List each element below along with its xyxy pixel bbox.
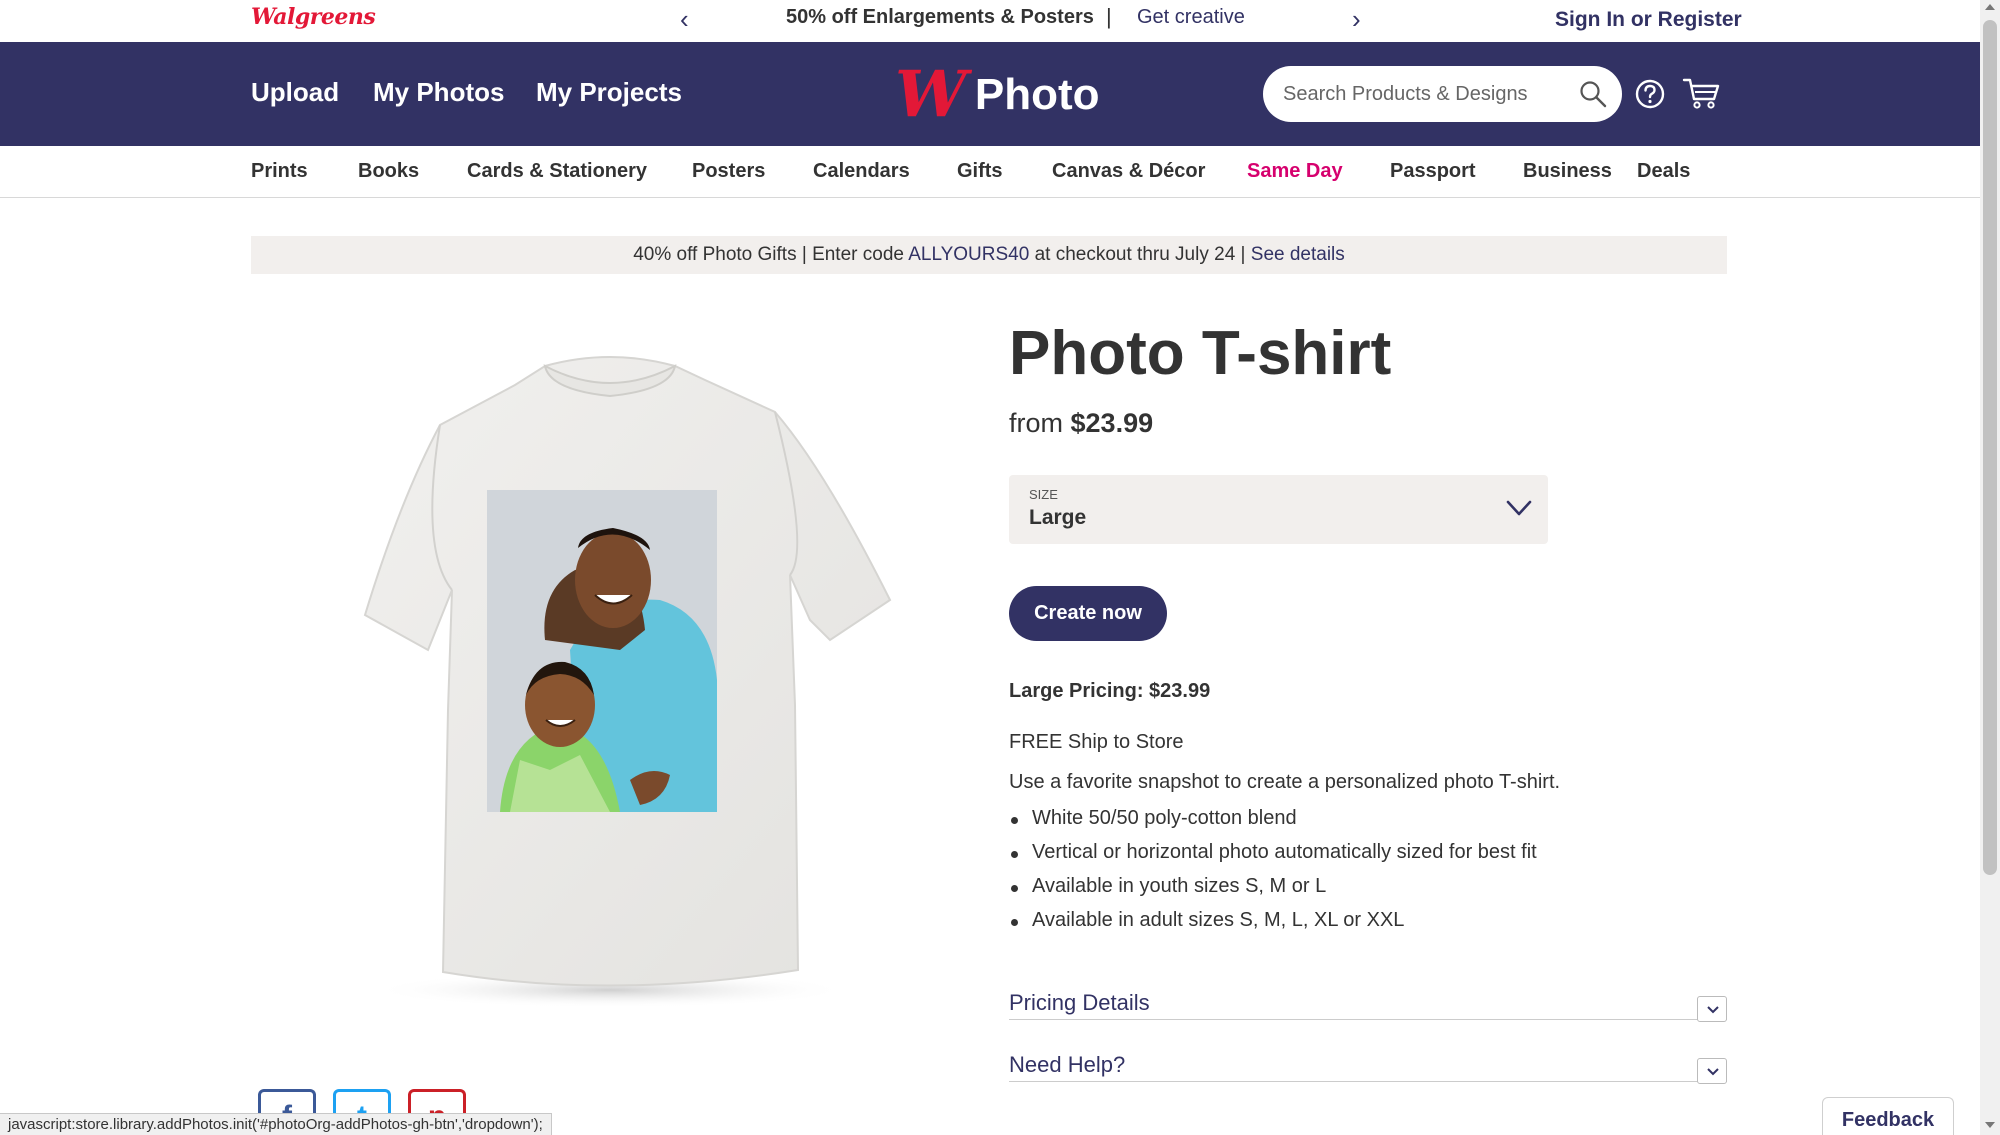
category-nav: Prints Books Cards & Stationery Posters … [0,146,1980,198]
category-same-day[interactable]: Same Day [1247,160,1343,183]
pricing-summary: Large Pricing: $23.99 [1009,680,1211,702]
category-passport[interactable]: Passport [1390,160,1476,183]
chevron-down-icon [1707,1006,1719,1014]
register-link[interactable]: Register [1658,8,1742,31]
product-description: Use a favorite snapshot to create a pers… [1009,771,1561,793]
promo-link[interactable]: Get creative [1137,6,1245,29]
product-title: Photo T-shirt [1009,319,1392,388]
category-canvas-decor[interactable]: Canvas & Décor [1052,160,1205,183]
scroll-down-arrow-icon[interactable] [1985,1122,1995,1128]
category-deals[interactable]: Deals [1637,160,1690,183]
main-header: Upload My Photos My Projects W Photo [0,42,1980,146]
category-business[interactable]: Business [1523,160,1612,183]
nav-my-projects[interactable]: My Projects [536,77,682,108]
nav-my-photos[interactable]: My Photos [373,77,504,108]
banner-text-end: at checkout thru July 24 | [1029,244,1251,265]
promo-separator: | [1106,4,1112,29]
walgreens-photo-logo[interactable]: W Photo [895,60,1100,130]
scroll-up-arrow-icon[interactable] [1985,4,1995,10]
sign-in-link[interactable]: Sign In [1555,8,1625,31]
feature-item: Available in youth sizes S, M or L [1009,875,1537,909]
search-box [1263,66,1622,122]
search-input[interactable] [1283,78,1563,110]
promo-banner: 40% off Photo Gifts | Enter code ALLYOUR… [251,236,1727,274]
help-icon[interactable] [1635,79,1665,109]
photo-print [487,490,717,812]
promo-message: 50% off Enlargements & Posters [786,6,1094,28]
category-gifts[interactable]: Gifts [957,160,1003,183]
brand-w-mark: W [895,57,967,132]
create-now-button[interactable]: Create now [1009,586,1167,641]
chevron-down-icon [1707,1068,1719,1076]
page-scrollbar[interactable] [1980,0,2000,1135]
see-details-link[interactable]: See details [1251,244,1345,265]
size-value: Large [1029,506,1087,529]
category-books[interactable]: Books [358,160,419,183]
nav-upload[interactable]: Upload [251,77,339,108]
price-prefix: from [1009,408,1071,438]
price-value: $23.99 [1070,408,1154,438]
brand-text: Photo [974,70,1100,119]
utility-bar: Walgreens ‹ 50% off Enlargements & Poste… [0,0,1980,42]
feedback-tab[interactable]: Feedback [1822,1097,1954,1135]
expand-toggle[interactable] [1697,996,1727,1022]
product-image [363,356,892,1008]
feature-item: White 50/50 poly-cotton blend [1009,807,1537,841]
size-dropdown[interactable]: SIZE Large [1009,475,1548,544]
search-icon[interactable] [1579,80,1607,108]
accordion-title: Pricing Details [1009,990,1150,1015]
size-label: SIZE [1029,487,1058,502]
category-posters[interactable]: Posters [692,160,765,183]
or-text: or [1625,8,1658,31]
banner-text: 40% off Photo Gifts | Enter code [633,244,909,265]
shipping-info: FREE Ship to Store [1009,731,1184,753]
feature-item: Vertical or horizontal photo automatical… [1009,841,1537,875]
category-calendars[interactable]: Calendars [813,160,910,183]
feature-list: White 50/50 poly-cotton blend Vertical o… [1009,807,1537,943]
need-help-accordion[interactable]: Need Help? [1009,1052,1727,1084]
promo-next-arrow-icon[interactable]: › [1352,4,1361,35]
category-cards-stationery[interactable]: Cards & Stationery [467,160,647,183]
browser-status-bar: javascript:store.library.addPhotos.init(… [0,1113,552,1135]
promo-prev-arrow-icon[interactable]: ‹ [680,4,689,35]
product-price: from $23.99 [1009,408,1153,439]
chevron-down-icon [1506,500,1532,516]
pricing-details-accordion[interactable]: Pricing Details [1009,990,1727,1022]
category-prints[interactable]: Prints [251,160,308,183]
scrollbar-thumb[interactable] [1983,20,1997,875]
accordion-title: Need Help? [1009,1052,1126,1077]
walgreens-logo[interactable]: Walgreens [251,4,376,30]
cart-icon[interactable] [1682,77,1720,111]
feature-item: Available in adult sizes S, M, L, XL or … [1009,909,1537,943]
expand-toggle[interactable] [1697,1058,1727,1084]
promo-code: ALLYOURS40 [908,244,1030,265]
account-links: Sign In or Register [1555,8,1742,32]
